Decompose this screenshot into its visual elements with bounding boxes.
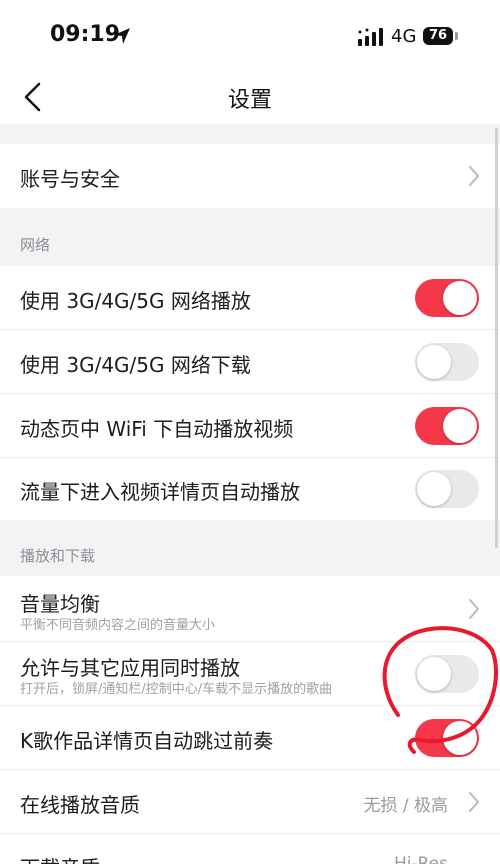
- online-quality-row[interactable]: 在线播放音质 无损 / 极高: [0, 770, 500, 834]
- setting-label: 在线播放音质: [20, 793, 140, 817]
- toggle-switch-cellular-video-autoplay[interactable]: [415, 470, 479, 508]
- volume-balance-row[interactable]: 音量均衡 平衡不同音频内容之间的音量大小: [0, 576, 500, 642]
- signal-bars-icon: [358, 28, 383, 46]
- section-title-network: 网络: [20, 236, 51, 254]
- toggle-row-cellular-video-autoplay: 流量下进入视频详情页自动播放: [0, 458, 500, 520]
- toggle-switch-3g-play[interactable]: [415, 279, 479, 317]
- toggle-row-skip-intro: K歌作品详情页自动跳过前奏: [0, 706, 500, 770]
- location-arrow-icon: [114, 28, 130, 44]
- chevron-right-icon: [469, 166, 479, 186]
- toggle-switch-wifi-autoplay[interactable]: [415, 407, 479, 445]
- battery-icon: 76: [423, 27, 453, 45]
- setting-label: 使用 3G/4G/5G 网络播放: [20, 289, 251, 313]
- toggle-row-3g-download: 使用 3G/4G/5G 网络下载: [0, 330, 500, 394]
- setting-value: Hi-Res: [393, 854, 448, 864]
- battery-tip: [455, 32, 458, 40]
- section-title-play-download: 播放和下载: [20, 547, 96, 565]
- toggle-knob: [443, 409, 477, 443]
- setting-label: 允许与其它应用同时播放: [20, 656, 240, 680]
- toggle-switch-skip-intro[interactable]: [415, 719, 479, 757]
- setting-label: 使用 3G/4G/5G 网络下载: [20, 353, 251, 377]
- toggle-row-mix-with-others: 允许与其它应用同时播放 打开后，锁屏/通知栏/控制中心/车载不显示播放的歌曲: [0, 642, 500, 706]
- setting-description: 打开后，锁屏/通知栏/控制中心/车载不显示播放的歌曲: [20, 682, 333, 697]
- nav-bar: 设置: [0, 70, 500, 124]
- download-quality-row[interactable]: 下载音质 Hi-Res: [0, 834, 500, 864]
- setting-description: 平衡不同音频内容之间的音量大小: [20, 618, 216, 633]
- page-title: 设置: [227, 88, 272, 113]
- status-time: 09:19: [50, 22, 121, 47]
- network-type: 4G: [391, 26, 417, 47]
- setting-label: 动态页中 WiFi 下自动播放视频: [20, 417, 294, 441]
- toggle-knob: [417, 345, 451, 379]
- chevron-right-icon: [469, 792, 479, 812]
- setting-label: 下载音质: [20, 852, 100, 864]
- account-security-row[interactable]: 账号与安全: [0, 144, 500, 208]
- toggle-switch-3g-download[interactable]: [415, 343, 479, 381]
- setting-label: 流量下进入视频详情页自动播放: [20, 480, 300, 504]
- toggle-row-wifi-autoplay: 动态页中 WiFi 下自动播放视频: [0, 394, 500, 458]
- setting-label: 音量均衡: [20, 592, 100, 616]
- toggle-row-3g-play: 使用 3G/4G/5G 网络播放: [0, 266, 500, 330]
- toggle-switch-mix-with-others[interactable]: [415, 655, 479, 693]
- toggle-knob: [417, 472, 451, 506]
- toggle-knob: [443, 281, 477, 315]
- account-security-label: 账号与安全: [20, 167, 120, 191]
- status-bar: 09:19 4G 76: [0, 0, 500, 70]
- setting-value: 无损 / 极高: [363, 796, 448, 816]
- chevron-right-icon: [469, 599, 479, 619]
- toggle-knob: [443, 721, 477, 755]
- toggle-knob: [417, 657, 451, 691]
- setting-label: K歌作品详情页自动跳过前奏: [20, 729, 274, 753]
- scrollbar[interactable]: [495, 128, 498, 548]
- settings-page: 09:19 4G 76 设置 账号与安全 网络 使用 3G/4G/5G 网络播放…: [0, 0, 500, 864]
